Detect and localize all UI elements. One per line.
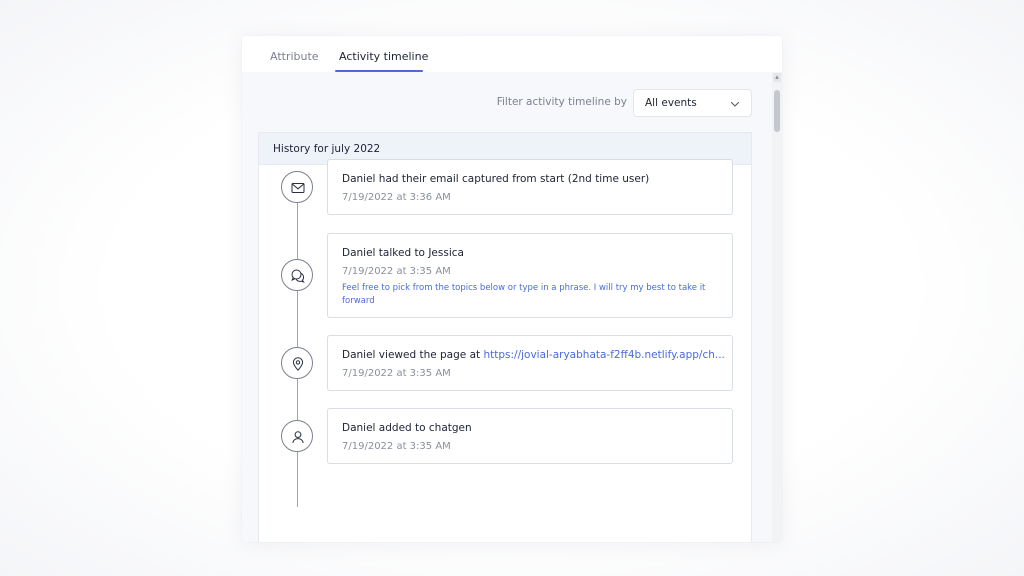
event-filter-dropdown[interactable]: All events <box>633 89 752 117</box>
scrollbar-thumb[interactable] <box>774 90 780 132</box>
location-pin-icon <box>292 357 304 371</box>
timeline-event: Daniel talked to Jessica 7/19/2022 at 3:… <box>327 233 733 318</box>
chevron-down-icon <box>730 101 740 107</box>
timeline-node <box>281 420 313 452</box>
page-url-link[interactable]: https://jovial-aryabhata-f2ff4b.netlify.… <box>483 349 724 361</box>
event-title-text: Daniel viewed the page at <box>342 349 484 361</box>
scroll-up-arrow-icon[interactable]: ▴ <box>773 73 781 82</box>
timeline-content: Filter activity timeline by All events H… <box>242 72 772 542</box>
chat-icon <box>291 269 305 283</box>
mail-icon <box>291 183 305 193</box>
history-section: History for july 2022 Daniel had their e… <box>258 132 752 542</box>
timeline-line <box>297 179 298 507</box>
event-title: Daniel viewed the page at https://jovial… <box>342 349 725 361</box>
timeline-node <box>281 171 313 203</box>
filter-label: Filter activity timeline by <box>496 96 627 108</box>
event-timestamp: 7/19/2022 at 3:35 AM <box>342 441 451 452</box>
timeline-node <box>281 259 313 291</box>
timeline-event: Daniel viewed the page at https://jovial… <box>327 335 733 391</box>
event-timestamp: 7/19/2022 at 3:36 AM <box>342 192 451 203</box>
tab-activity-timeline[interactable]: Activity timeline <box>339 50 428 63</box>
activity-panel: Attribute Activity timeline Filter activ… <box>242 36 782 542</box>
tab-bar: Attribute Activity timeline <box>242 36 782 72</box>
filter-selected-value: All events <box>645 97 697 109</box>
timeline-event: Daniel added to chatgen 7/19/2022 at 3:3… <box>327 408 733 464</box>
event-title: Daniel added to chatgen <box>342 422 472 434</box>
vertical-scrollbar[interactable]: ▴ <box>772 72 782 542</box>
history-title: History for july 2022 <box>273 143 381 155</box>
event-timestamp: 7/19/2022 at 3:35 AM <box>342 266 451 277</box>
event-timestamp: 7/19/2022 at 3:35 AM <box>342 368 451 379</box>
tab-attribute[interactable]: Attribute <box>270 50 319 63</box>
event-title: Daniel talked to Jessica <box>342 247 464 259</box>
event-message: Feel free to pick from the topics below … <box>342 283 706 306</box>
user-icon <box>292 431 304 444</box>
timeline-node <box>281 347 313 379</box>
event-title: Daniel had their email captured from sta… <box>342 173 650 185</box>
timeline-event: Daniel had their email captured from sta… <box>327 159 733 215</box>
